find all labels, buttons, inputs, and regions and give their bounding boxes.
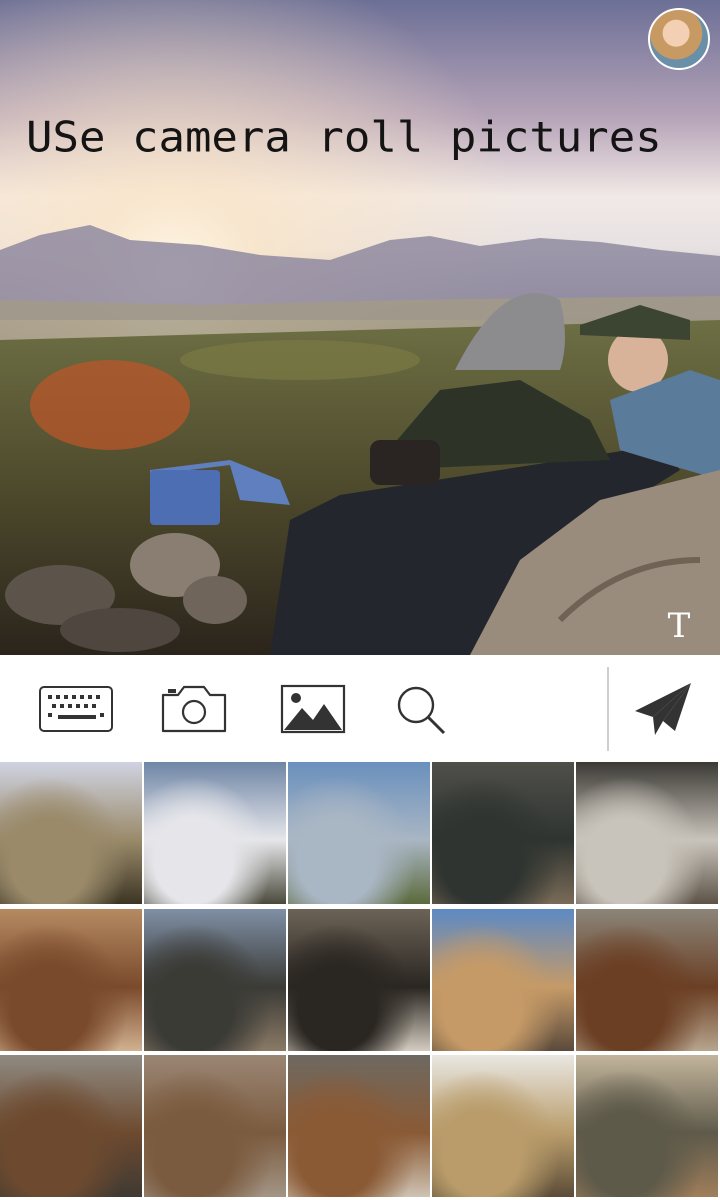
image-icon: [280, 684, 346, 733]
photo-thumbnail-dog-bushes[interactable]: [0, 1055, 142, 1198]
search-icon: [397, 686, 446, 734]
toolbar-divider: [607, 667, 609, 751]
photo-thumbnail-jumping-friends[interactable]: [432, 1055, 574, 1198]
send-icon: [635, 682, 691, 735]
photo-thumbnail-dog-closeup-blur[interactable]: [144, 1055, 286, 1198]
hero-photo: USe camera roll pictures T: [0, 0, 720, 655]
photo-thumbnail-friends-boulders[interactable]: [432, 908, 574, 1051]
photo-thumbnail-dog-forest[interactable]: [288, 908, 430, 1051]
photo-thumbnail-valley-view[interactable]: [288, 762, 430, 904]
send-button[interactable]: [630, 655, 696, 762]
camera-button[interactable]: [158, 655, 230, 762]
photo-thumbnail-duck-newspaper[interactable]: [576, 762, 718, 904]
photo-thumbnail-rubber-duck-rocks[interactable]: [432, 762, 574, 904]
text-tool-button[interactable]: T: [662, 606, 696, 646]
photo-thumbnail-dog-closeup[interactable]: [288, 1055, 430, 1198]
camera-icon: [161, 685, 227, 732]
photo-thumbnail-jeep-trail[interactable]: [144, 908, 286, 1051]
photo-thumbnail-jeep-group[interactable]: [576, 1055, 718, 1198]
search-button[interactable]: [390, 655, 450, 762]
photo-grid: [0, 762, 720, 1200]
avatar[interactable]: [648, 8, 710, 70]
photo-thumbnail-sleeping-dog[interactable]: [0, 908, 142, 1051]
photo-thumbnail-dog-portrait[interactable]: [576, 908, 718, 1051]
hero-photo-scene: [0, 0, 720, 655]
gallery-button[interactable]: [278, 655, 348, 762]
toolbar: [0, 655, 720, 762]
keyboard-button[interactable]: [36, 655, 116, 762]
photo-thumbnail-cloudy-mountains[interactable]: [144, 762, 286, 904]
photo-thumbnail-sunset-campfire[interactable]: [0, 762, 142, 904]
hero-caption: USe camera roll pictures: [26, 113, 662, 162]
keyboard-icon: [39, 685, 113, 732]
